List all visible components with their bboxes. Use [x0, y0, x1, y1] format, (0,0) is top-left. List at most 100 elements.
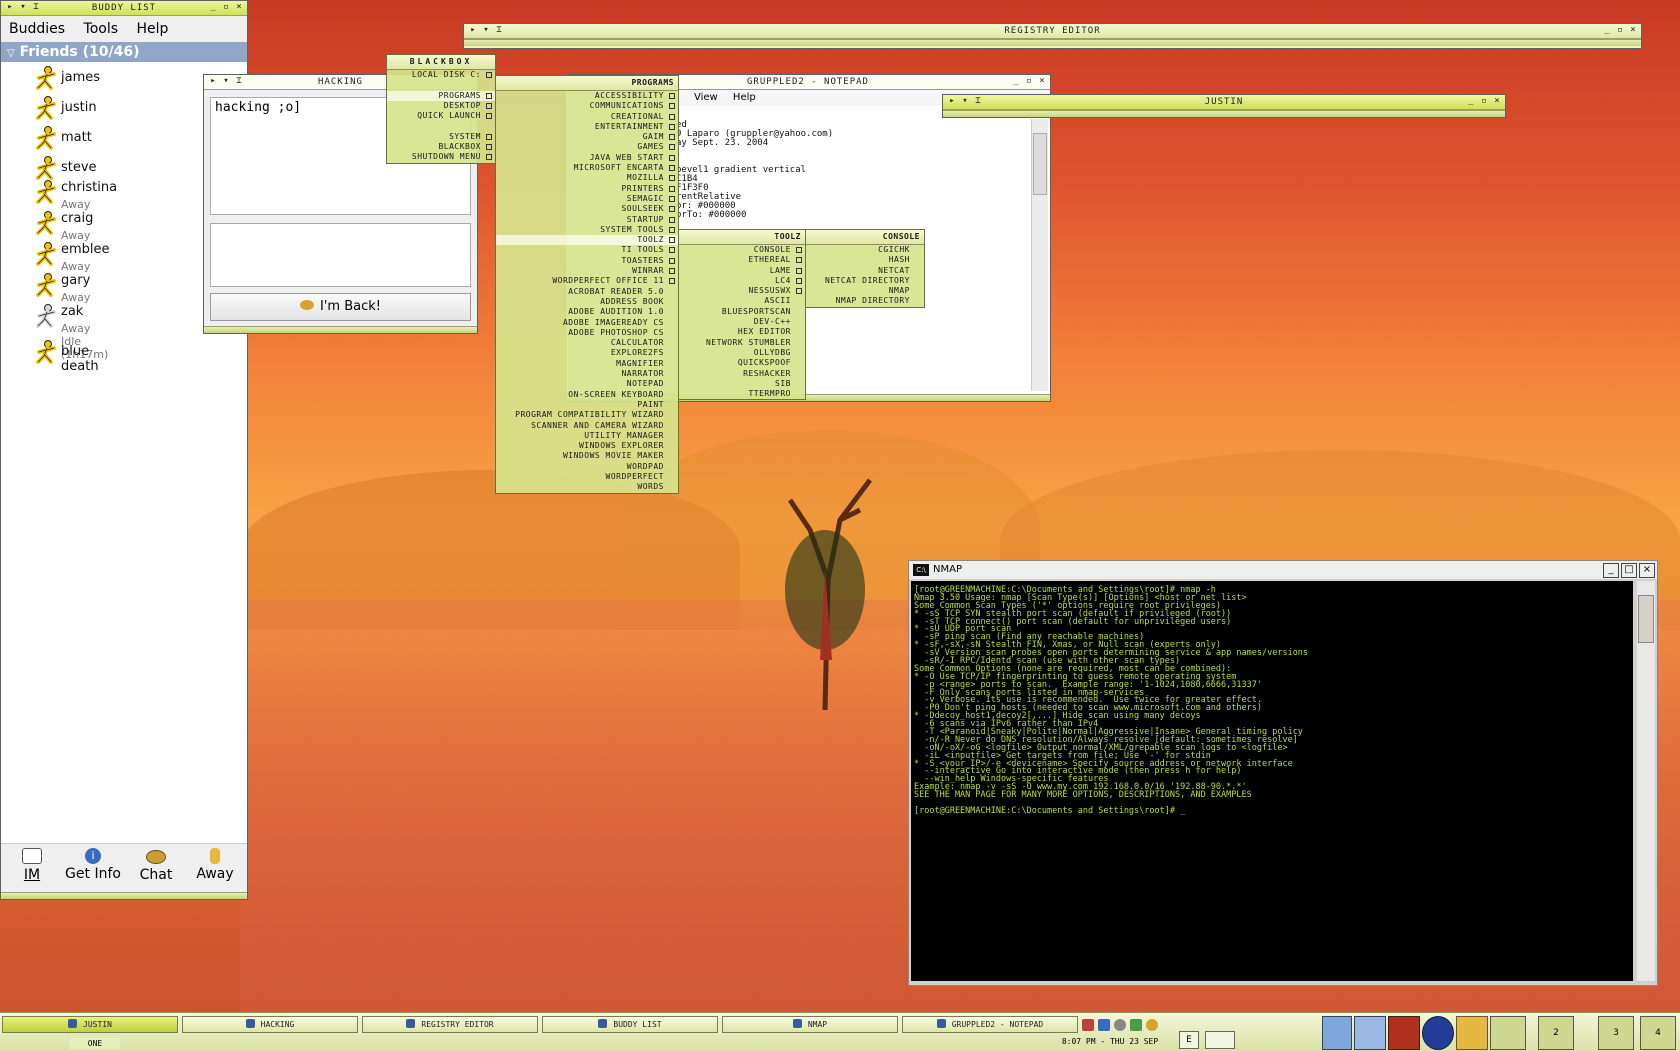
menu-icon[interactable]: ▸	[947, 96, 958, 107]
tray-icon-chat[interactable]	[1146, 1019, 1158, 1031]
menu-icon[interactable]: ▸	[5, 2, 16, 13]
pin-icon[interactable]: ⌶	[494, 25, 505, 36]
menu-item[interactable]: CREATIONAL	[496, 112, 678, 122]
menu-item[interactable]: NETCAT	[806, 266, 924, 276]
group-header-friends[interactable]: ▽ Friends (10/46)	[1, 42, 247, 62]
menu-icon[interactable]: ▸	[208, 76, 219, 87]
menu-item[interactable]: ADOBE PHOTOSHOP CS	[496, 328, 678, 338]
menu-item[interactable]: STARTUP	[496, 215, 678, 225]
menu-item[interactable]: CONSOLE	[679, 245, 805, 255]
tray-icon-shield[interactable]	[1130, 1019, 1142, 1031]
away-button[interactable]: Away	[195, 848, 235, 882]
close-icon[interactable]: ×	[234, 2, 245, 13]
resize-grip[interactable]	[464, 39, 1641, 46]
menu-item[interactable]: ACROBAT READER 5.0	[496, 287, 678, 297]
menu-item[interactable]: JAVA WEB START	[496, 153, 678, 163]
nmap-titlebar[interactable]: C:\ NMAP _ □ ×	[909, 561, 1657, 579]
menu-item[interactable]: HASH	[806, 255, 924, 265]
taskbar-button[interactable]: JUSTIN	[2, 1016, 178, 1033]
chat-button[interactable]: Chat	[136, 848, 176, 883]
menu-item[interactable]: COMMUNICATIONS	[496, 101, 678, 111]
menu-item[interactable]: MAGNIFIER	[496, 359, 678, 369]
menu-item[interactable]: PROGRAMS	[387, 90, 495, 101]
desktop-toggle-button[interactable]: E	[1179, 1031, 1199, 1049]
minimize-icon[interactable]: _	[1602, 25, 1613, 36]
taskbar-button[interactable]: BUDDY LIST	[542, 1016, 718, 1033]
close-icon[interactable]: ×	[1492, 96, 1503, 107]
get-info-button[interactable]: i Get Info	[63, 848, 123, 882]
close-icon[interactable]: ×	[1628, 25, 1639, 36]
menu-item[interactable]: ENTERTAINMENT	[496, 122, 678, 132]
tray-icon-monitor[interactable]	[1098, 1019, 1110, 1031]
dragon-launch-icon[interactable]	[1388, 1016, 1420, 1050]
menu-item[interactable]: TOASTERS	[496, 256, 678, 266]
menu-item[interactable]: WORDPAD	[496, 462, 678, 472]
menu-item[interactable]: PRINTERS	[496, 184, 678, 194]
scroll-thumb[interactable]	[1638, 595, 1654, 643]
menu-item[interactable]: CALCULATOR	[496, 338, 678, 348]
menu-item[interactable]: DESKTOP	[387, 101, 495, 111]
minimize-icon[interactable]: _	[1603, 563, 1619, 578]
maximize-icon[interactable]: ▫	[1615, 25, 1626, 36]
shade-icon[interactable]: ▾	[481, 25, 492, 36]
console-scrollbar[interactable]	[1637, 581, 1655, 981]
pencil-launch-icon[interactable]	[1456, 1016, 1488, 1050]
im-button[interactable]: IM	[17, 848, 47, 883]
menu-item[interactable]: SYSTEM TOOLS	[496, 225, 678, 235]
menu-item[interactable]: WORDPERFECT OFFICE 11	[496, 276, 678, 286]
menu-icon[interactable]: ▸	[468, 25, 479, 36]
menu-item[interactable]: BLACKBOX	[387, 142, 495, 152]
menu-item[interactable]: EXPLORE2FS	[496, 348, 678, 358]
menu-item[interactable]: NETCAT DIRECTORY	[806, 276, 924, 286]
menu-item[interactable]: UTILITY MANAGER	[496, 431, 678, 441]
menu-item[interactable]: NARRATOR	[496, 369, 678, 379]
workspace-label[interactable]: ONE	[70, 1038, 120, 1049]
notepad-launch-icon[interactable]	[1322, 1016, 1352, 1050]
minimize-icon[interactable]: _	[1011, 76, 1022, 87]
menu-tools[interactable]: Tools	[84, 21, 119, 37]
menu-help[interactable]: Help	[733, 92, 756, 103]
menu-item[interactable]: LAME	[679, 266, 805, 276]
menu-item[interactable]: SCANNER AND CAMERA WIZARD	[496, 421, 678, 431]
maximize-icon[interactable]: ▫	[1479, 96, 1490, 107]
menu-item[interactable]: ON-SCREEN KEYBOARD	[496, 390, 678, 400]
menu-item[interactable]: SYSTEM	[387, 132, 495, 142]
menu-item[interactable]: WINDOWS EXPLORER	[496, 441, 678, 451]
maximize-icon[interactable]: □	[1621, 563, 1637, 578]
tray-icon-network[interactable]	[1082, 1019, 1094, 1031]
menu-item[interactable]: ADOBE AUDITION 1.0	[496, 307, 678, 317]
menu-item[interactable]: MICROSOFT ENCARTA	[496, 163, 678, 173]
menu-item[interactable]: WINDOWS MOVIE MAKER	[496, 451, 678, 461]
menu-item[interactable]: SIB	[679, 379, 805, 389]
registry-editor-titlebar[interactable]: ▸ ▾ ⌶ REGISTRY EDITOR _ ▫ ×	[464, 24, 1641, 39]
menu-item[interactable]: ADDRESS BOOK	[496, 297, 678, 307]
menu-item[interactable]: LOCAL DISK C:	[387, 70, 495, 80]
menu-help[interactable]: Help	[136, 21, 168, 37]
taskbar-button[interactable]: REGISTRY EDITOR	[362, 1016, 538, 1033]
shade-icon[interactable]: ▾	[221, 76, 232, 87]
menu-item[interactable]: TOOLZ	[496, 235, 678, 246]
justin-titlebar[interactable]: ▸ ▾ ⌶ JUSTIN _ ▫ ×	[943, 95, 1505, 110]
workspace-3-pager[interactable]: 3	[1598, 1016, 1634, 1050]
resize-grip[interactable]	[943, 110, 1505, 117]
menu-item[interactable]: SOULSEEK	[496, 204, 678, 214]
resize-grip[interactable]	[204, 326, 477, 333]
workspace-1-pager[interactable]	[1490, 1016, 1526, 1050]
menu-item[interactable]: ASCII	[679, 296, 805, 306]
menu-item[interactable]: NETWORK STUMBLER	[679, 338, 805, 348]
notepad-text-area[interactable]: ed 9 Laparo (gruppler@yahoo.com) ay Sept. …	[676, 121, 833, 220]
menu-item[interactable]: PAINT	[496, 400, 678, 410]
aim-launch-icon[interactable]	[1422, 1016, 1454, 1050]
menu-item[interactable]: BLUESPORTSCAN	[679, 307, 805, 317]
close-icon[interactable]: ×	[1037, 76, 1048, 87]
console-output[interactable]: [root@GREENMACHINE:C:\Documents and Sett…	[911, 581, 1633, 981]
minimize-icon[interactable]: _	[208, 2, 219, 13]
menu-item[interactable]: NESSUSWX	[679, 286, 805, 296]
buddy-list-titlebar[interactable]: ▸ ▾ ⌶ BUDDY LIST _ ▫ ×	[1, 1, 247, 16]
close-icon[interactable]: ×	[1639, 563, 1655, 578]
scroll-thumb[interactable]	[1033, 133, 1047, 195]
menu-item[interactable]: NMAP DIRECTORY	[806, 296, 924, 306]
menu-item[interactable]: HEX EDITOR	[679, 327, 805, 337]
pin-icon[interactable]: ⌶	[973, 96, 984, 107]
menu-item[interactable]: NOTEPAD	[496, 379, 678, 389]
